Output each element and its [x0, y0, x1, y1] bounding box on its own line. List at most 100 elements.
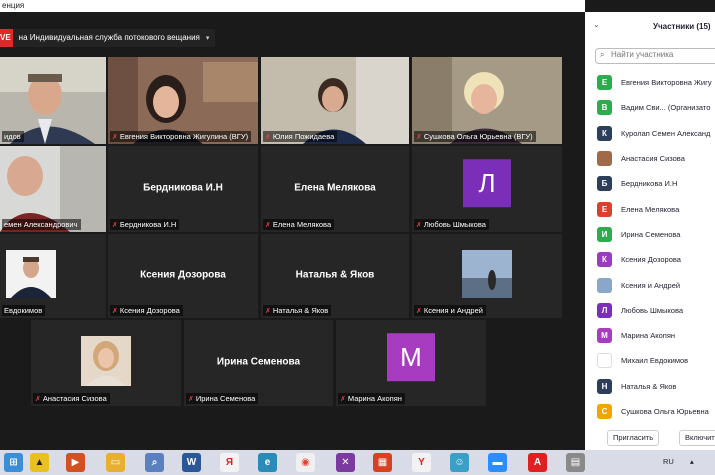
participant-name-label: идов	[2, 131, 24, 142]
muted-mic-icon: ✗	[416, 308, 422, 315]
video-tile[interactable]: Л ✗ Любовь Шмыкова	[412, 146, 562, 232]
video-tile[interactable]: Ксения Дозорова ✗ Ксения Дозорова	[108, 234, 258, 318]
video-tile[interactable]: Наталья & Яков ✗ Наталья & Яков	[261, 234, 409, 318]
participant-name: Евгения Викторовна Жигу	[621, 78, 712, 88]
video-tile[interactable]: идов	[0, 57, 106, 144]
participant-list-item[interactable]: Н Наталья & Яков	[585, 374, 715, 399]
chevron-down-icon[interactable]: ▾	[206, 34, 216, 42]
participant-name: Елена Мелякова	[621, 204, 680, 214]
participant-search[interactable]: ⌕	[595, 48, 715, 64]
language-indicator[interactable]: RU	[663, 457, 674, 466]
video-tile[interactable]: ✗ Юлия Пожидаева	[261, 57, 409, 144]
muted-mic-icon: ✗	[188, 396, 194, 403]
mute-all-button[interactable]: Включит	[679, 430, 715, 446]
participant-name-label: ✗ Елена Мелякова	[263, 219, 335, 230]
app-icon[interactable]: ▦	[373, 453, 392, 472]
video-tile[interactable]: Елена Мелякова ✗ Елена Мелякова	[261, 146, 409, 232]
participant-name: Любовь Шмыкова	[621, 305, 684, 315]
muted-mic-icon: ✗	[112, 222, 118, 229]
participant-avatar: С	[597, 404, 612, 419]
participant-list-item[interactable]: Ксения и Андрей	[585, 272, 715, 297]
participant-name-label: Евдокимов	[2, 305, 46, 316]
participant-avatar	[597, 277, 612, 293]
participant-name: Анастасия Сизова	[621, 154, 685, 164]
app-icon[interactable]: ▲	[30, 453, 49, 472]
participant-list-item[interactable]: Л Любовь Шмыкова	[585, 298, 715, 323]
participant-avatar: В	[597, 100, 612, 116]
participant-display-name: Ирина Семенова	[216, 356, 301, 368]
video-gallery: VE на Индивидуальная служба потокового в…	[0, 12, 585, 450]
word-icon[interactable]: W	[182, 453, 201, 472]
participant-list-item[interactable]: К Куролап Семен Александ	[585, 121, 715, 146]
live-stream-banner[interactable]: VE на Индивидуальная служба потокового в…	[0, 29, 216, 47]
participant-avatar: Б	[597, 176, 612, 192]
participants-title: Участники (15)	[653, 22, 711, 31]
participant-name-label: ✗ Анастасия Сизова	[33, 393, 110, 404]
participant-list-item[interactable]: Б Бердникова И.Н	[585, 171, 715, 196]
search-app-icon[interactable]: ⌕	[145, 453, 164, 472]
participant-name: Вадим Сви... (Организато	[621, 103, 711, 113]
participant-avatar	[597, 353, 612, 369]
media-player-icon[interactable]: ▶	[66, 453, 85, 472]
muted-mic-icon: ✗	[416, 222, 422, 229]
pdf-icon[interactable]: A	[528, 453, 547, 472]
yandex-browser-icon[interactable]: Y	[412, 453, 431, 472]
live-banner-text: на Индивидуальная служба потокового веща…	[18, 33, 200, 42]
participant-list-item[interactable]: И Ирина Семенова	[585, 222, 715, 247]
participant-video	[462, 250, 512, 298]
invite-button[interactable]: Пригласить	[607, 430, 660, 446]
video-tile[interactable]: Бердникова И.Н ✗ Бердникова И.Н	[108, 146, 258, 232]
participant-display-name: Елена Мелякова	[294, 182, 376, 194]
participant-list-item[interactable]: Анастасия Сизова	[585, 146, 715, 171]
app-icon[interactable]: ☺	[450, 453, 469, 472]
participant-name: Ксения Дозорова	[621, 255, 681, 265]
participant-avatar	[597, 151, 612, 167]
participant-avatar: И	[597, 226, 612, 242]
search-input[interactable]	[611, 50, 711, 59]
participant-list-item[interactable]: В Вадим Сви... (Организато	[585, 95, 715, 120]
app-icon[interactable]: ▤	[566, 453, 585, 472]
participant-video	[6, 250, 56, 298]
muted-mic-icon: ✗	[265, 222, 271, 229]
participant-list-item[interactable]: К Ксения Дозорова	[585, 247, 715, 272]
video-tile[interactable]: ✗ Ксения и Андрей	[412, 234, 562, 318]
participant-avatar: М	[387, 333, 435, 382]
video-tile[interactable]: Евдокимов	[0, 234, 106, 318]
muted-mic-icon: ✗	[112, 308, 118, 315]
video-tile[interactable]: ✗ Сушкова Ольга Юрьевна (ВГУ)	[412, 57, 562, 144]
chrome-icon[interactable]: ◉	[296, 453, 315, 472]
participant-list-item[interactable]: М Марина Акопян	[585, 323, 715, 348]
chevron-down-icon[interactable]: ⌄	[593, 20, 600, 29]
participants-panel: ⌄ Участники (15) ⌕ Е Евгения Викторовна Ж…	[585, 12, 715, 450]
participant-name: Михаил Евдокимов	[621, 356, 689, 366]
video-tile[interactable]: ✗ Евгения Викторовна Жигулина (ВГУ)	[108, 57, 258, 144]
zoom-icon[interactable]: ▬	[488, 453, 507, 472]
participant-name-label: ✗ Наталья & Яков	[263, 305, 332, 316]
muted-mic-icon: ✗	[340, 396, 346, 403]
participant-name-label: ✗ Бердникова И.Н	[110, 219, 180, 230]
participant-display-name: Наталья & Яков	[295, 269, 375, 281]
folder-icon[interactable]: ▭	[106, 453, 125, 472]
participant-name: Бердникова И.Н	[621, 179, 678, 189]
window-titlebar: енция	[0, 0, 585, 12]
participant-list-item[interactable]: Е Евгения Викторовна Жигу	[585, 70, 715, 95]
yandex-icon[interactable]: Я	[220, 453, 239, 472]
video-tile[interactable]: Ирина Семенова ✗ Ирина Семенова	[184, 320, 333, 406]
start-icon[interactable]: ⊞	[4, 453, 23, 472]
edge-icon[interactable]: e	[258, 453, 277, 472]
participant-name-label: емен Александрович	[2, 219, 81, 230]
participant-name-label: ✗ Евгения Викторовна Жигулина (ВГУ)	[110, 131, 252, 142]
video-tile[interactable]: ✗ Анастасия Сизова	[31, 320, 181, 406]
network-icon[interactable]: ▴	[690, 457, 694, 466]
participant-avatar: Л	[597, 302, 612, 318]
app-icon[interactable]: ✕	[336, 453, 355, 472]
participant-list-item[interactable]: Михаил Евдокимов	[585, 348, 715, 373]
video-tile[interactable]: М ✗ Марина Акопян	[336, 320, 486, 406]
participant-name: Сушкова Ольга Юрьевна	[621, 407, 709, 416]
participant-list-item[interactable]: С Сушкова Ольга Юрьевна	[585, 399, 715, 424]
live-badge: VE	[0, 29, 13, 47]
participant-list-item[interactable]: Е Елена Мелякова	[585, 196, 715, 221]
participant-name-label: ✗ Ксения Дозорова	[110, 305, 183, 316]
video-tile[interactable]: емен Александрович	[0, 146, 106, 232]
participant-avatar: Л	[463, 159, 511, 208]
